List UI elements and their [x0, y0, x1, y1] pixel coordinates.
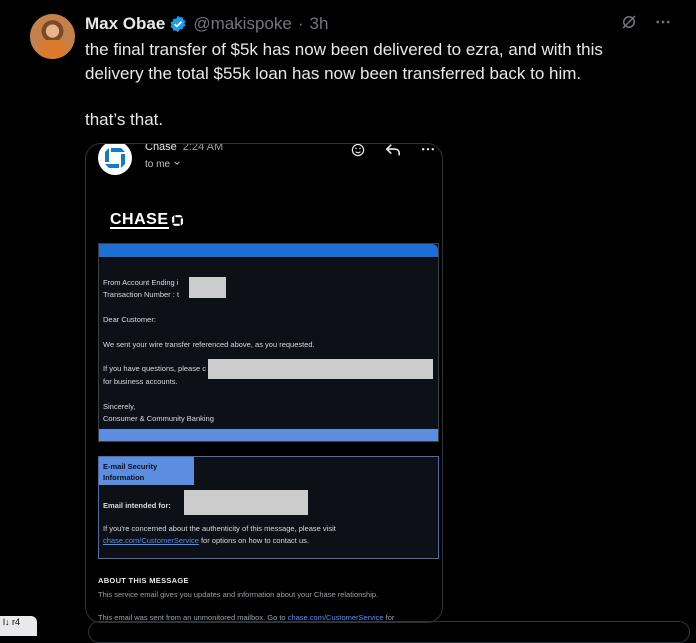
transfer-notice-card: From Account Ending i Transaction Number… [98, 243, 439, 442]
tweet-text-line-2: that’s that. [85, 110, 164, 129]
timestamp[interactable]: 3h [310, 14, 329, 34]
attached-screenshot[interactable]: Chase 2:24 AM to me CHASE From Account E… [85, 143, 443, 623]
reply-icon [384, 144, 402, 163]
email-recipient: to me [145, 159, 181, 170]
business-accounts-text: for business accounts. [103, 377, 178, 386]
email-time: 2:24 AM [182, 143, 224, 153]
author-handle[interactable]: @makispoke [193, 14, 292, 34]
customer-service-link[interactable]: chase.com/CustomerService [103, 536, 199, 545]
card-top-bar [99, 244, 438, 257]
grok-icon[interactable] [620, 13, 638, 31]
next-post-border [88, 621, 690, 643]
about-body: This service email gives you updates and… [98, 590, 379, 599]
from-account-label: From Account Ending i [103, 278, 179, 287]
questions-text: If you have questions, please c [103, 364, 206, 373]
email-sender: Chase 2:24 AM [145, 143, 224, 153]
avatar[interactable] [30, 14, 75, 59]
tweet-actions [620, 13, 672, 31]
email-actions [350, 144, 436, 163]
security-info-card: E-mail Security Information Email intend… [98, 456, 439, 559]
transfer-message: We sent your wire transfer referenced ab… [103, 340, 315, 349]
chase-octagon-icon [171, 214, 184, 227]
intended-for-label: Email intended for: [103, 501, 171, 510]
authenticity-link-line: chase.com/CustomerService for options on… [103, 536, 309, 545]
chevron-down-icon [173, 159, 181, 170]
tweet-text-line-1: the final transfer of $5k has now been d… [85, 40, 603, 83]
emoji-icon [350, 144, 366, 163]
about-title: ABOUT THIS MESSAGE [98, 576, 189, 585]
redaction-block [208, 359, 433, 379]
signature: Consumer & Community Banking [103, 414, 214, 423]
card-bottom-bar [99, 429, 438, 441]
verified-badge-icon [169, 15, 187, 33]
more-icon [420, 144, 436, 163]
more-options-icon[interactable] [654, 13, 672, 31]
closing: Sincerely, [103, 402, 136, 411]
separator: · [297, 14, 304, 33]
redaction-block [189, 277, 226, 298]
author-name[interactable]: Max Obae [85, 14, 165, 34]
email-header: Chase 2:24 AM to me [86, 144, 442, 186]
about-message: ABOUT THIS MESSAGE This service email gi… [98, 576, 438, 622]
security-header: E-mail Security Information [99, 457, 194, 485]
transaction-number-label: Transaction Number : t [103, 290, 180, 299]
tweet-text: the final transfer of $5k has now been d… [85, 38, 665, 132]
redaction-block [184, 490, 308, 515]
corner-fragment: l↓ r4 [0, 616, 37, 636]
chase-logo-icon [98, 144, 132, 175]
tweet-header: Max Obae @makispoke · 3h [85, 13, 328, 35]
greeting: Dear Customer: [103, 315, 156, 324]
authenticity-text: If you're concerned about the authentici… [103, 524, 336, 533]
tweet-post: Max Obae @makispoke · 3h the final trans… [0, 0, 696, 643]
chase-wordmark: CHASE [110, 212, 184, 229]
